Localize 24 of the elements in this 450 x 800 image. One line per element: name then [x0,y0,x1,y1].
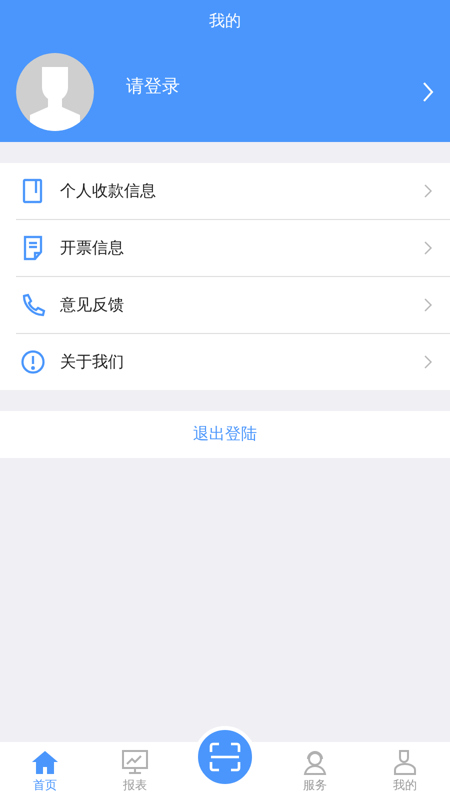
menu-item[interactable]: 开票信息 [16,219,450,276]
chevron-icon [424,298,432,312]
chevron-icon [424,355,432,369]
phone-icon [20,292,46,318]
chevron-icon [424,241,432,255]
home-icon [31,748,59,774]
chevron-icon [424,184,432,198]
headset-icon [301,748,329,774]
menu-item[interactable]: 意见反馈 [16,276,450,333]
user-icon [391,748,419,774]
login-prompt[interactable]: 请登录 [126,74,390,98]
chart-icon [121,748,149,774]
logout-button[interactable]: 退出登陆 [0,411,450,458]
tab-item[interactable]: 我的 [360,742,450,800]
menu-item[interactable]: 个人收款信息 [0,163,450,219]
chevron-icon[interactable] [422,81,434,103]
tab-item[interactable]: 报表 [90,742,180,800]
tab-item[interactable]: 服务 [270,742,360,800]
menu-item[interactable]: 关于我们 [16,333,450,390]
avatar-icon [16,53,94,131]
tab-item[interactable]: 首页 [0,742,90,800]
scan-icon [209,742,241,772]
info-icon [20,349,46,375]
page-title: 我的 [209,10,241,32]
